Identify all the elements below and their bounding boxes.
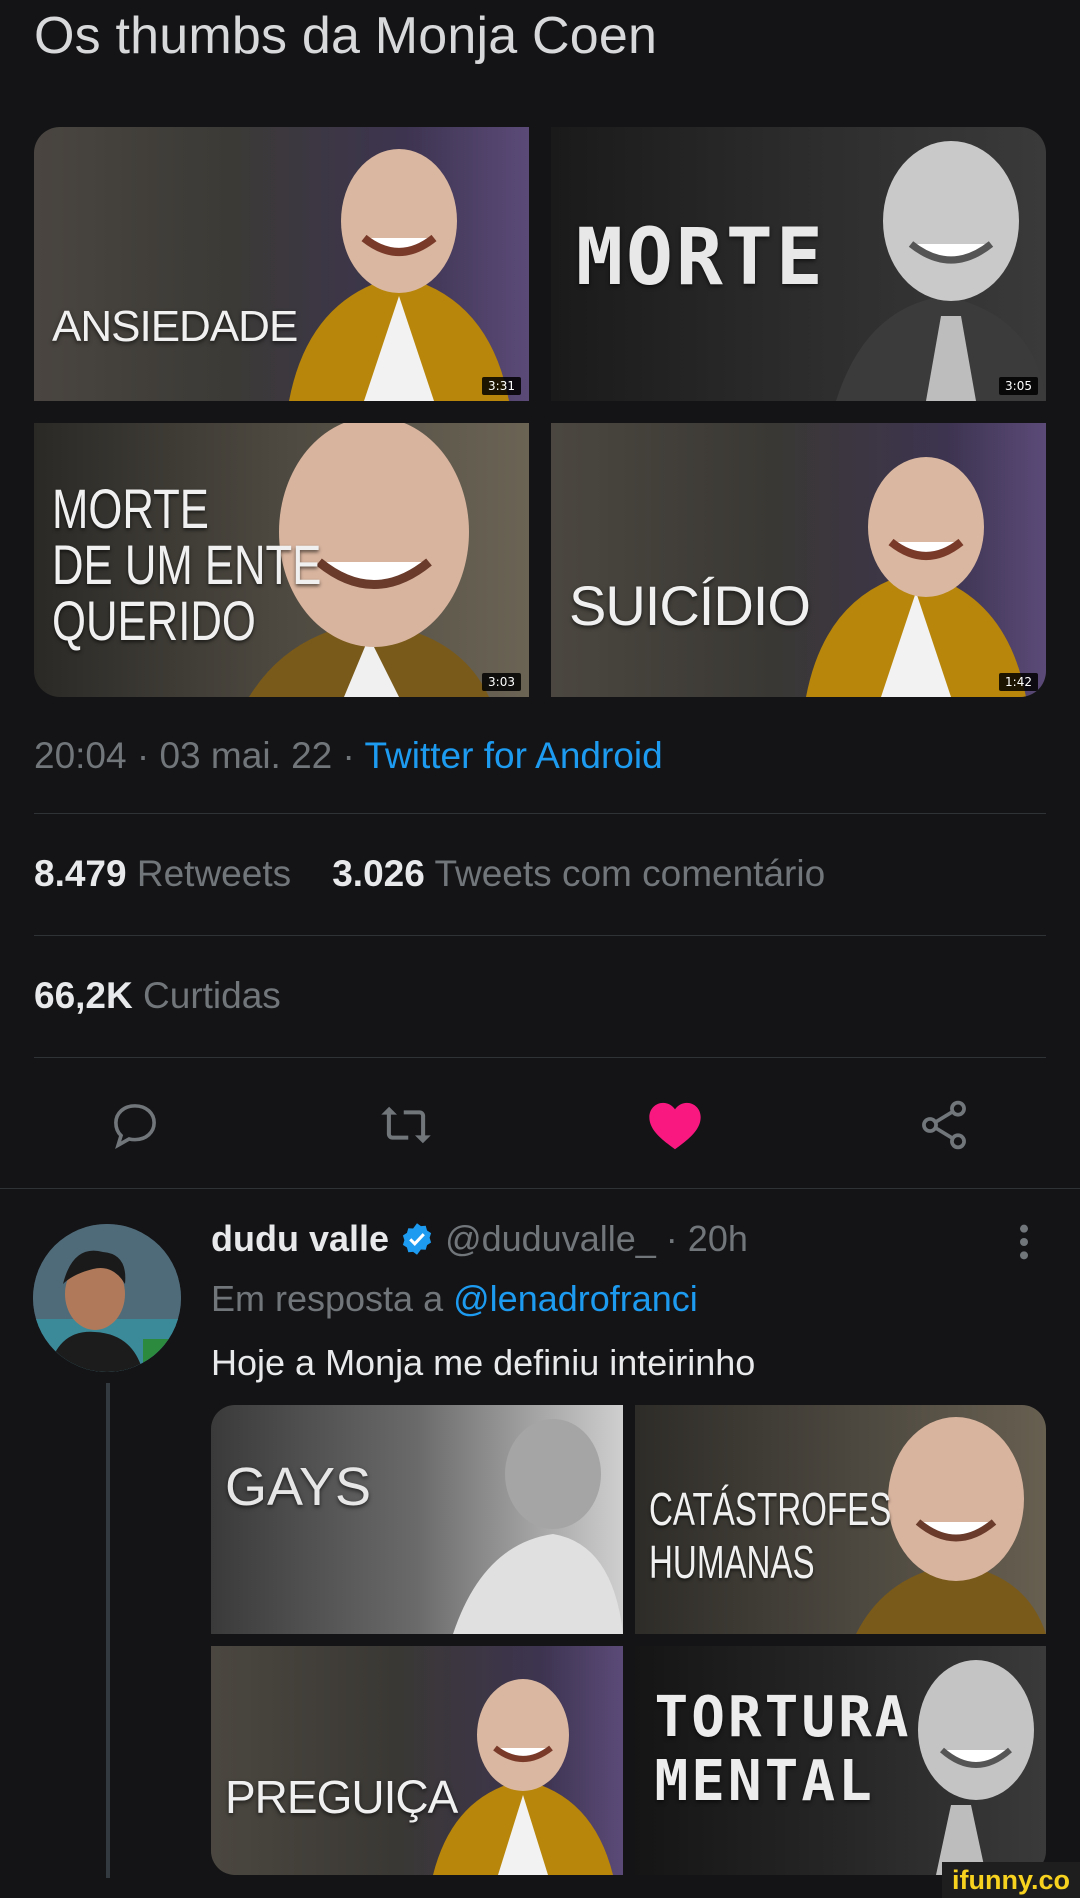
retweets-label: Retweets bbox=[136, 853, 292, 894]
video-thumbnail[interactable]: CATÁSTROFES HUMANAS bbox=[634, 1405, 1046, 1634]
monk-portrait bbox=[806, 457, 1026, 697]
more-options-button[interactable] bbox=[1014, 1222, 1034, 1267]
share-button[interactable] bbox=[909, 1090, 979, 1160]
divider bbox=[34, 813, 1046, 814]
tweet-media-grid: ANSIEDADE 3:31 MORTE 3:05 MORTE DE UM EN… bbox=[34, 127, 1046, 697]
thumbnail-label: PREGUIÇA bbox=[225, 1771, 458, 1823]
more-vertical-icon bbox=[1020, 1224, 1028, 1260]
avatar[interactable] bbox=[33, 1224, 181, 1372]
share-icon bbox=[922, 1100, 966, 1150]
separator: · bbox=[136, 735, 150, 776]
reply-icon bbox=[114, 1104, 156, 1150]
thumbnail-label: TORTURA MENTAL bbox=[654, 1685, 912, 1815]
thumbnail-label: CATÁSTROFES HUMANAS bbox=[648, 1483, 891, 1588]
divider bbox=[0, 1188, 1080, 1189]
retweets-stat[interactable]: 8.479 Retweets bbox=[34, 853, 291, 894]
thumbnail-label: MORTE DE UM ENTE QUERIDO bbox=[52, 477, 322, 652]
video-duration: 3:05 bbox=[999, 377, 1038, 395]
replying-to-handle[interactable]: @lenadrofranci bbox=[453, 1278, 698, 1319]
video-thumbnail[interactable]: MORTE DE UM ENTE QUERIDO 3:03 bbox=[34, 423, 529, 697]
retweets-count: 8.479 bbox=[34, 853, 127, 894]
tweet-time: 20:04 bbox=[34, 735, 127, 776]
thumbnail-label: ANSIEDADE bbox=[52, 302, 298, 351]
tweet-actions-bar bbox=[0, 1090, 1080, 1160]
video-thumbnail[interactable]: ANSIEDADE 3:31 bbox=[34, 127, 529, 401]
video-duration: 1:42 bbox=[999, 673, 1038, 691]
thumbnail-label: MORTE bbox=[576, 213, 826, 303]
tweet-text: Os thumbs da Monja Coen bbox=[34, 7, 658, 65]
replying-to-prefix: Em resposta a bbox=[211, 1278, 444, 1319]
video-thumbnail[interactable]: GAYS bbox=[211, 1405, 623, 1634]
reply-time: 20h bbox=[687, 1218, 748, 1259]
retweet-button[interactable] bbox=[371, 1090, 441, 1160]
engagement-stats: 8.479 Retweets 3.026 Tweets com comentár… bbox=[34, 853, 825, 895]
reply-button[interactable] bbox=[100, 1090, 170, 1160]
reply-media-grid: GAYS CATÁSTROFES HUMANAS PREGUIÇA TORTUR… bbox=[211, 1405, 1046, 1875]
quotes-stat[interactable]: 3.026 Tweets com comentário bbox=[332, 853, 825, 894]
likes-count: 66,2K bbox=[34, 975, 133, 1016]
author-name[interactable]: dudu valle bbox=[211, 1218, 389, 1259]
separator: · bbox=[342, 735, 355, 776]
reply-text: Hoje a Monja me definiu inteirinho bbox=[211, 1342, 756, 1383]
tweet-source-link[interactable]: Twitter for Android bbox=[365, 735, 663, 776]
user-photo bbox=[33, 1224, 181, 1372]
tweet-metadata: 20:04 · 03 mai. 22 · Twitter for Android bbox=[34, 735, 663, 777]
heart-icon bbox=[649, 1102, 701, 1150]
separator: · bbox=[665, 1218, 678, 1259]
divider bbox=[34, 935, 1046, 936]
quotes-label: Tweets com comentário bbox=[434, 853, 826, 894]
monk-portrait bbox=[452, 1419, 623, 1634]
video-thumbnail[interactable]: SUICÍDIO 1:42 bbox=[551, 423, 1046, 697]
video-duration: 3:03 bbox=[482, 673, 521, 691]
reply-header: dudu valle @duduvalle_ · 20h bbox=[211, 1218, 748, 1260]
video-thumbnail[interactable]: PREGUIÇA bbox=[211, 1646, 623, 1875]
retweet-icon bbox=[381, 1106, 431, 1144]
video-duration: 3:31 bbox=[482, 377, 521, 395]
quotes-count: 3.026 bbox=[332, 853, 425, 894]
thumbnail-label: GAYS bbox=[225, 1457, 372, 1517]
video-thumbnail[interactable]: MORTE 3:05 bbox=[551, 127, 1046, 401]
thread-line bbox=[106, 1383, 110, 1878]
replying-to: Em resposta a @lenadrofranci bbox=[211, 1278, 698, 1320]
like-button[interactable] bbox=[640, 1090, 710, 1160]
tweet-date: 03 mai. 22 bbox=[159, 735, 333, 776]
author-handle[interactable]: @duduvalle_ bbox=[445, 1218, 656, 1259]
thumbnail-label: SUICÍDIO bbox=[569, 574, 811, 637]
video-thumbnail[interactable]: TORTURA MENTAL bbox=[634, 1646, 1046, 1875]
monk-portrait bbox=[432, 1679, 613, 1875]
verified-badge-icon bbox=[402, 1223, 432, 1255]
monk-portrait bbox=[836, 141, 1046, 401]
monk-portrait bbox=[289, 149, 509, 401]
likes-label: Curtidas bbox=[143, 975, 281, 1016]
divider bbox=[34, 1057, 1046, 1058]
likes-stat[interactable]: 66,2K Curtidas bbox=[34, 975, 281, 1017]
watermark-logo: ifunny.co bbox=[942, 1862, 1080, 1898]
